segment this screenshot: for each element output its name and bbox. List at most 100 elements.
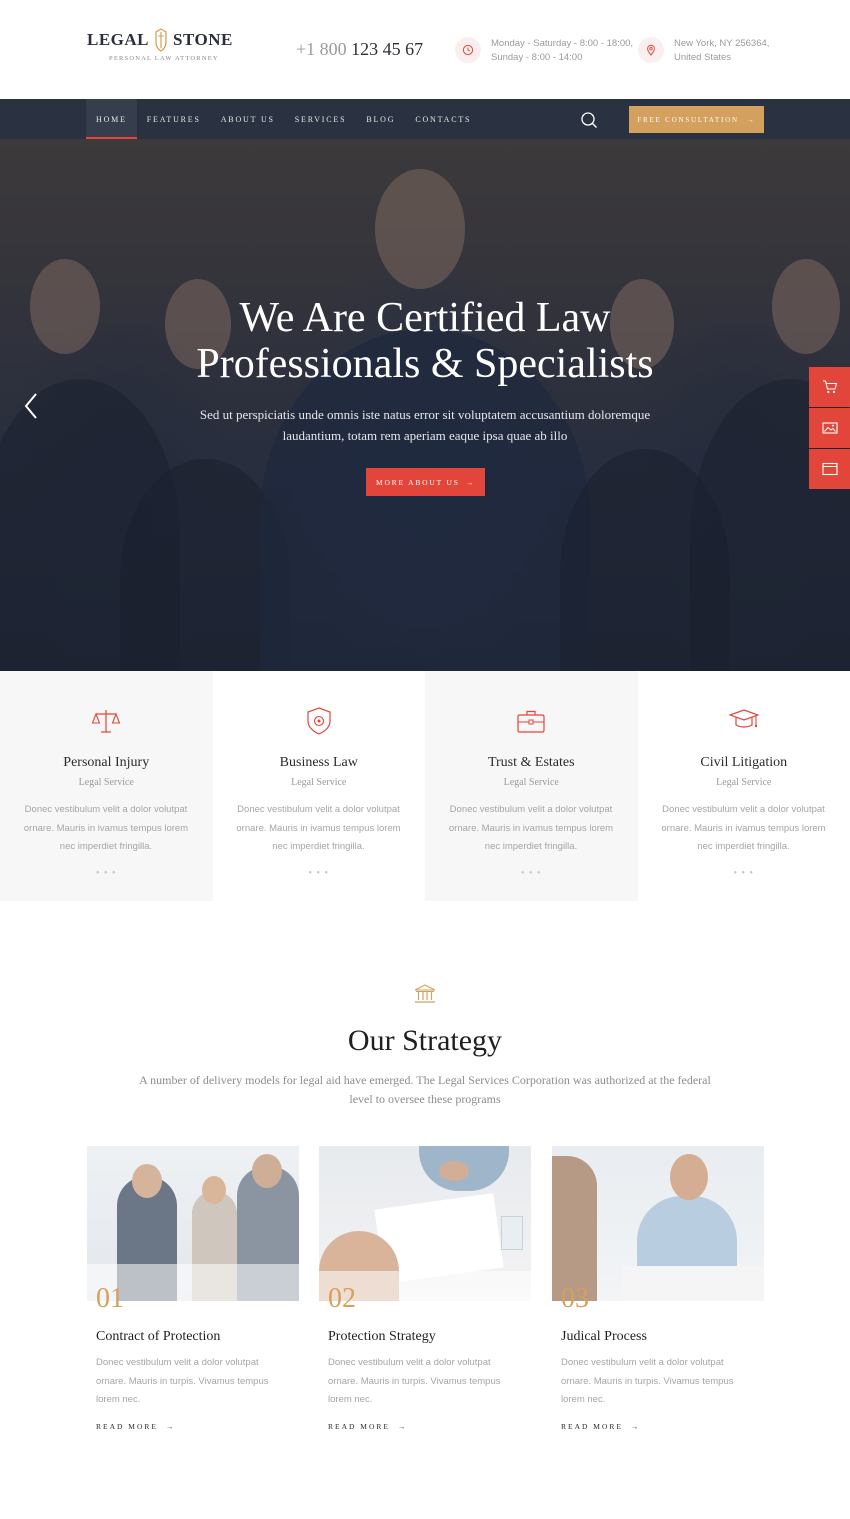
service-description-line: Donec vestibulum velit a dolor volutpat [24,804,188,815]
map-pin-icon [638,37,664,63]
strategy-card-image[interactable] [87,1146,299,1301]
card-title[interactable]: Judical Process [561,1329,647,1345]
service-description-line: nec imperdiet fringilla. [484,841,578,852]
more-dots-icon[interactable]: • • • [638,868,850,879]
phone-digits: 123 45 67 [351,39,424,59]
read-more-link[interactable]: READ MORE → [328,1422,407,1431]
more-dots-icon[interactable]: • • • [425,868,638,879]
nav-item-blog[interactable]: BLOG [356,99,405,139]
section-description-line-2: level to oversee these programs [349,1092,501,1106]
search-icon[interactable] [580,111,598,129]
service-description-line: Donec vestibulum velit a dolor volutpat [662,804,825,815]
service-subtitle: Legal Service [78,777,134,788]
card-description-line: lorem nec. [561,1394,606,1405]
more-about-us-button[interactable]: MORE ABOUT US → [366,468,485,496]
card-description-line: lorem nec. [328,1394,373,1405]
strategy-card[interactable]: 01 Contract of Protection Donec vestibul… [87,1146,299,1431]
section-description-line-1: A number of delivery models for legal ai… [139,1073,711,1087]
image-icon[interactable] [809,408,850,448]
free-consultation-label: FREE CONSULTATION [637,115,739,124]
strategy-card[interactable]: 03 Judical Process Donec vestibulum veli… [552,1146,764,1431]
card-title[interactable]: Contract of Protection [96,1329,220,1345]
service-description-line: nec imperdiet fringilla. [272,841,365,852]
strategy-card[interactable]: 02 Protection Strategy Donec vestibulum … [319,1146,531,1431]
logo[interactable]: LEGAL STONE PERSONAL LAW ATTORNEY [87,28,232,62]
service-description-line: ornare. Mauris in ivamus tempus lorem [661,822,826,834]
service-description-line: ornare. Mauris in ivamus tempus lorem [448,822,614,834]
hero-title-line-2: Professionals & Specialists [196,341,654,387]
card-description-line: ornare. Mauris in turpis. Vivamus tempus [96,1375,269,1387]
window-icon[interactable] [809,449,850,489]
section-description: A number of delivery models for legal ai… [125,1071,725,1109]
hours-line-2: Sunday - 8:00 - 14:00 [491,52,583,63]
card-description-line: ornare. Mauris in turpis. Vivamus tempus [561,1375,734,1387]
service-title: Personal Injury [63,755,150,770]
card-description: Donec vestibulum velit a dolor volutpat … [96,1354,296,1410]
service-description-line: Donec vestibulum velit a dolor volutpat [449,804,613,815]
nav-item-about-us[interactable]: ABOUT US [211,99,285,139]
arrow-right-icon: → [165,1422,176,1431]
service-card[interactable]: Trust & Estates Legal Service Donec vest… [425,671,638,901]
side-tabs [809,367,850,490]
card-description-line: Donec vestibulum velit a dolor volutpat [561,1357,724,1368]
strategy-card-image[interactable] [319,1146,531,1301]
hero-slider: We Are Certified Law Professionals & Spe… [0,139,850,671]
graduation-cap-icon [727,706,760,736]
service-subtitle: Legal Service [716,777,772,788]
service-title: Trust & Estates [487,755,575,770]
hero-title: We Are Certified Law Professionals & Spe… [0,295,850,387]
courthouse-icon [414,984,436,1004]
service-description-line: nec imperdiet fringilla. [59,841,153,852]
card-title[interactable]: Protection Strategy [328,1329,436,1345]
strategy-card-image[interactable] [552,1146,764,1301]
more-dots-icon[interactable]: • • • [0,868,213,879]
card-description-line: Donec vestibulum velit a dolor volutpat [96,1357,259,1368]
hero-description-line-1: Sed ut perspiciatis unde omnis iste natu… [199,407,651,422]
more-dots-icon[interactable]: • • • [213,868,426,879]
service-description-line: nec imperdiet fringilla. [697,841,790,852]
phone-number[interactable]: +1 800 123 45 67 [296,39,423,60]
card-description-line: lorem nec. [96,1394,141,1405]
service-title: Business Law [279,755,358,770]
card-description: Donec vestibulum velit a dolor volutpat … [561,1354,761,1410]
scales-icon [91,706,121,736]
hero-description: Sed ut perspiciatis unde omnis iste natu… [185,404,665,446]
service-card[interactable]: Civil Litigation Legal Service Donec ves… [638,671,850,901]
hero-description-line-2: laudantium, totam rem aperiam eaque ipsa… [282,428,568,443]
arrow-right-icon: → [630,1422,641,1431]
read-more-label: READ MORE [96,1422,158,1431]
shield-icon [304,706,334,736]
read-more-link[interactable]: READ MORE → [96,1422,175,1431]
opening-hours: Monday - Saturday - 8:00 - 18:00, Sunday… [455,37,633,65]
service-card[interactable]: Business Law Legal Service Donec vestibu… [213,671,426,901]
service-subtitle: Legal Service [291,777,347,788]
service-card[interactable]: Personal Injury Legal Service Donec vest… [0,671,213,901]
card-number: 01 [96,1283,124,1314]
nav-menu: HOME FEATURES ABOUT US SERVICES BLOG CON… [86,99,481,139]
cart-icon[interactable] [809,367,850,407]
briefcase-icon [516,706,546,736]
office-location: New York, NY 256364, United States [638,37,769,65]
logo-word-1: LEGAL [87,30,150,49]
nav-item-services[interactable]: SERVICES [285,99,357,139]
read-more-label: READ MORE [561,1422,623,1431]
logo-shield-icon [154,28,168,52]
card-number: 02 [328,1283,356,1314]
top-header: LEGAL STONE PERSONAL LAW ATTORNEY +1 800… [0,0,850,99]
nav-item-contacts[interactable]: CONTACTS [405,99,481,139]
free-consultation-button[interactable]: FREE CONSULTATION → [629,106,764,133]
logo-tagline: PERSONAL LAW ATTORNEY [109,55,219,62]
card-number: 03 [561,1283,589,1314]
hours-line-1: Monday - Saturday - 8:00 - 18:00, [491,38,634,49]
service-description: Donec vestibulum velit a dolor volutpat … [227,801,411,857]
nav-item-features[interactable]: FEATURES [137,99,211,139]
logo-wordmark: LEGAL STONE [87,28,232,52]
read-more-link[interactable]: READ MORE → [561,1422,640,1431]
slider-prev-arrow-icon[interactable] [20,391,44,421]
nav-item-home[interactable]: HOME [86,99,137,139]
service-description-line: ornare. Mauris in ivamus tempus lorem [23,822,189,834]
clock-icon [455,37,481,63]
service-description-line: Donec vestibulum velit a dolor volutpat [237,804,400,815]
read-more-label: READ MORE [328,1422,390,1431]
service-description: Donec vestibulum velit a dolor volutpat … [14,801,198,857]
